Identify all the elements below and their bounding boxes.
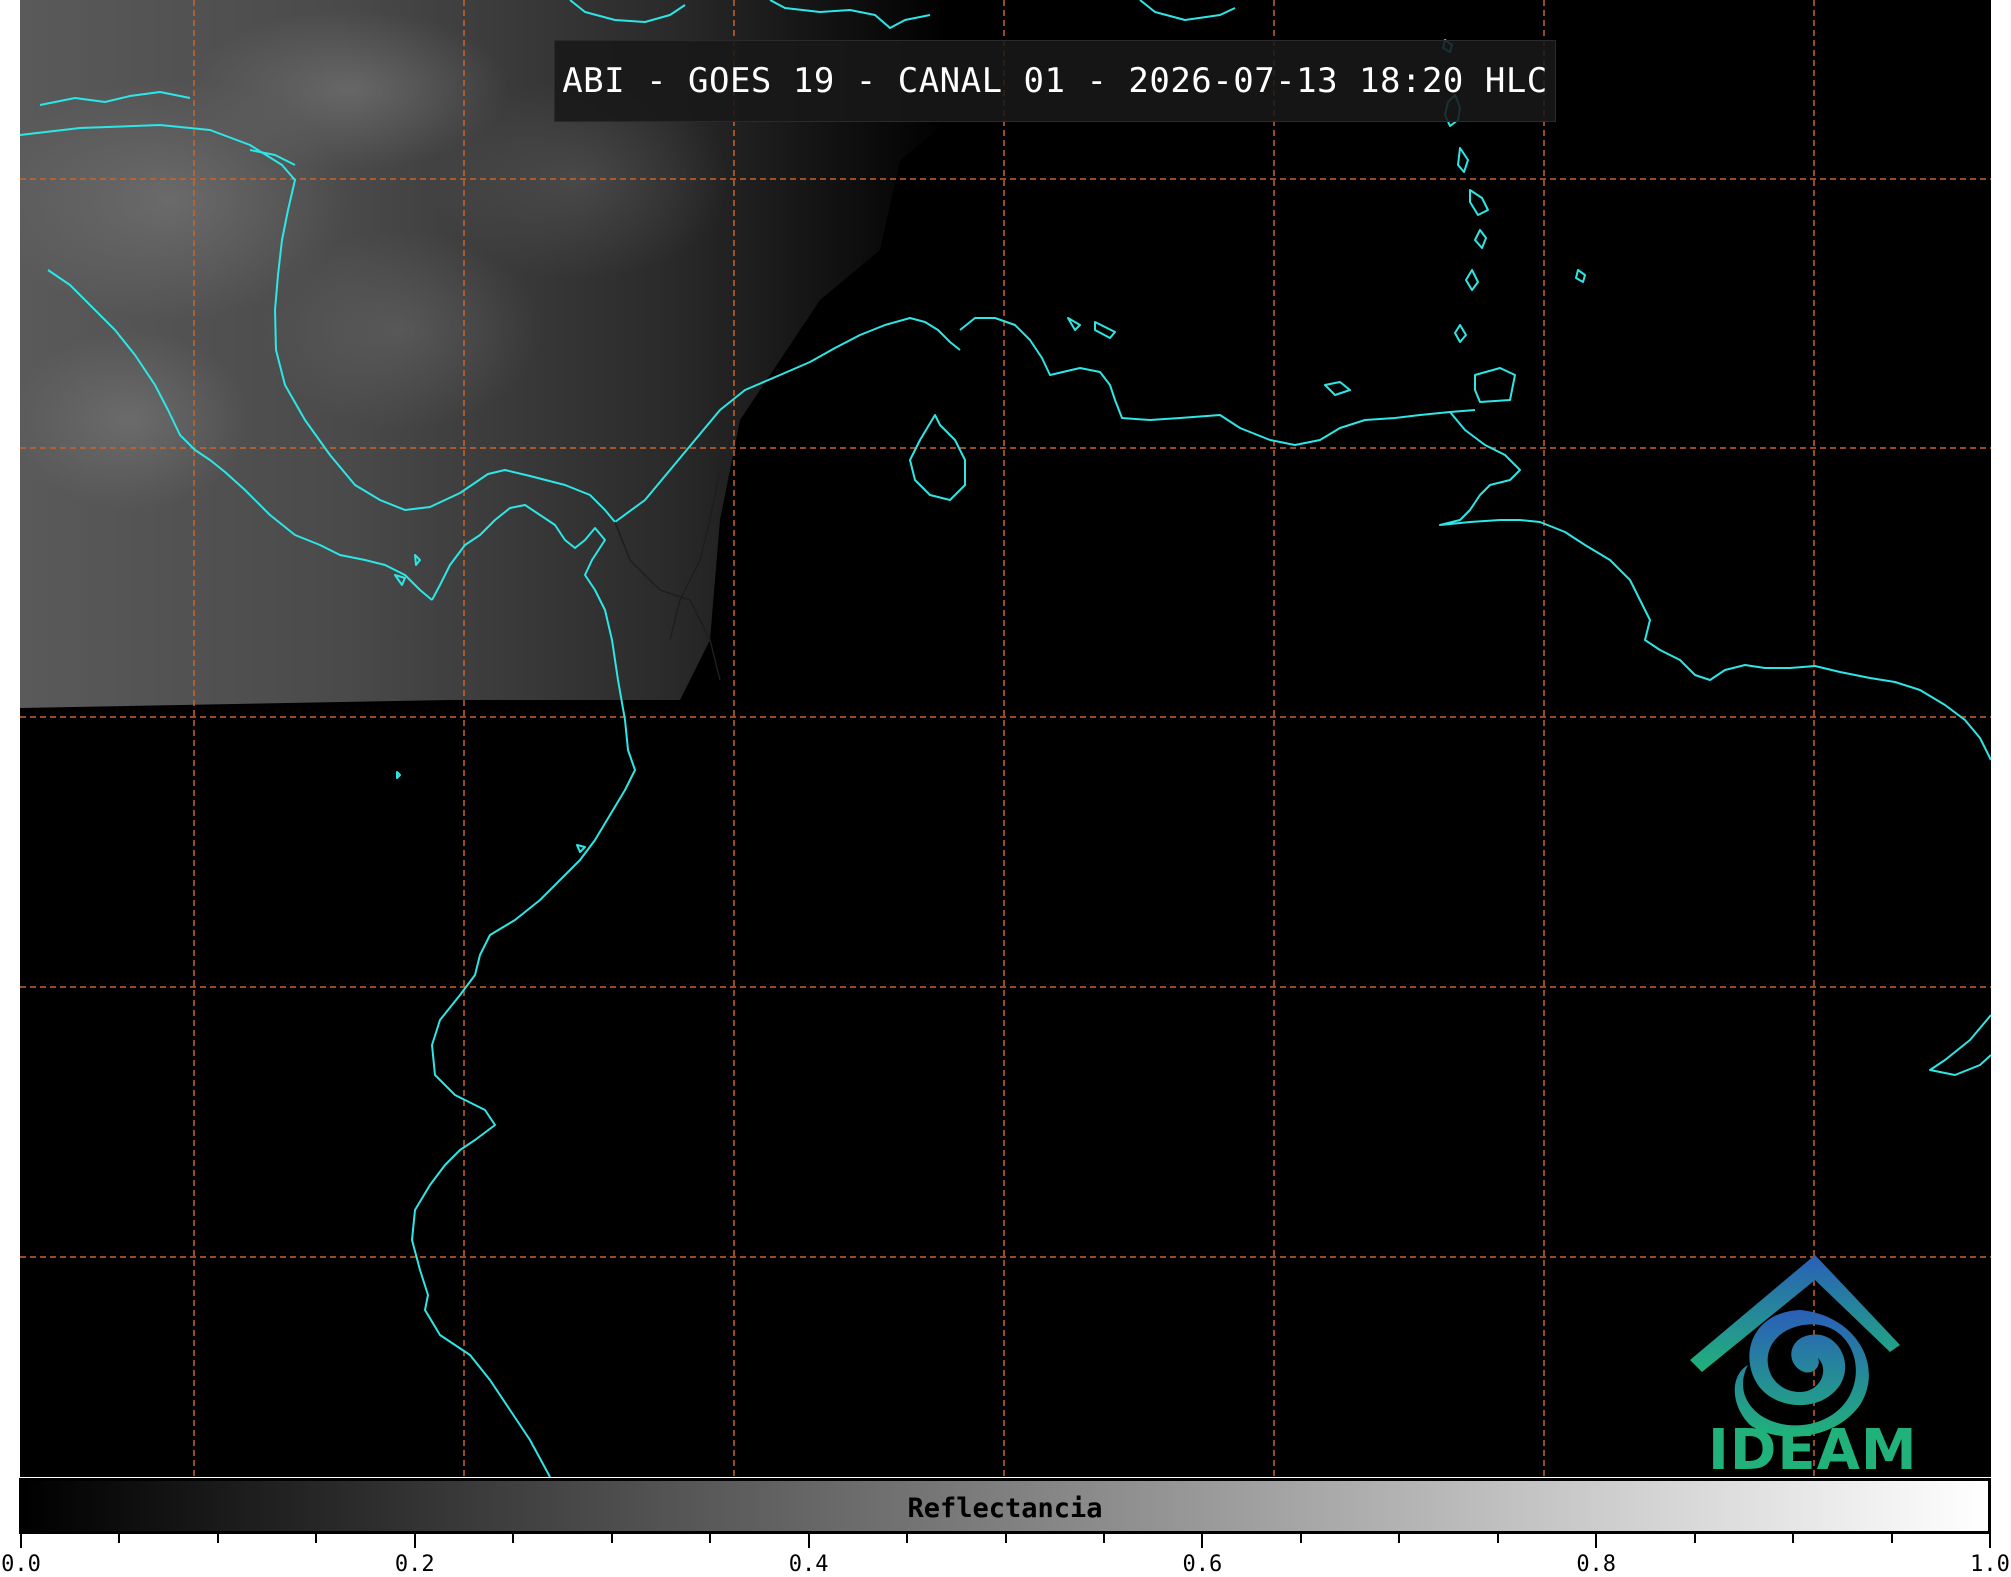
colorbar-tick-mark	[1693, 1534, 1696, 1543]
colorbar-tick-label: 1.0	[1970, 1552, 2010, 1577]
colorbar-tick-mark	[315, 1534, 318, 1543]
margarita	[1324, 381, 1351, 396]
colorbar: Reflectancia	[19, 1478, 1991, 1534]
lesser-antilles-3	[1457, 147, 1469, 173]
colorbar-tick-mark	[807, 1534, 810, 1548]
colorbar-tick-mark	[118, 1534, 121, 1543]
barbados	[1575, 269, 1586, 283]
maracaibo-basin	[909, 414, 966, 501]
colorbar-tick-mark	[413, 1534, 416, 1548]
colorbar-tick-label: 0.8	[1576, 1552, 1617, 1577]
isla-malpelo	[396, 771, 401, 779]
colorbar-tick-label: 0.0	[1, 1552, 41, 1577]
curacao	[1094, 321, 1116, 339]
colorbar-tick-mark	[1299, 1534, 1302, 1543]
puerto-rico	[1139, 0, 1236, 21]
colorbar-tick-mark	[216, 1534, 219, 1543]
colorbar-ticks: 0.0 0.2 0.4 0.6 0.8 1.0	[0, 1534, 2011, 1577]
colorbar-tick-mark	[1989, 1534, 1991, 1548]
colorbar-tick-mark	[1004, 1534, 1007, 1543]
colorbar-tick-label: 0.6	[1182, 1552, 1223, 1577]
colorbar-tick-mark	[1398, 1534, 1401, 1543]
lesser-antilles-5	[1474, 229, 1487, 249]
satellite-map: ABI - GOES 19 - CANAL 01 - 2026-07-13 18…	[20, 0, 1991, 1477]
isla-gorgona	[576, 844, 586, 853]
colorbar-tick-mark	[1496, 1534, 1499, 1543]
lesser-antilles-7	[1454, 324, 1467, 343]
colorbar-tick-mark	[20, 1534, 22, 1548]
colorbar-tick-mark	[709, 1534, 712, 1543]
colorbar-tick-mark	[1792, 1534, 1795, 1543]
lesser-antilles-6	[1465, 269, 1479, 291]
colorbar-tick-label: 0.4	[788, 1552, 829, 1577]
lesser-antilles-4	[1469, 189, 1489, 216]
colorbar-tick-mark	[906, 1534, 909, 1543]
map-title: ABI - GOES 19 - CANAL 01 - 2026-07-13 18…	[562, 61, 1548, 101]
colorbar-tick-mark	[1102, 1534, 1105, 1543]
colorbar-label: Reflectancia	[907, 1493, 1103, 1524]
colorbar-tick-mark	[1595, 1534, 1598, 1548]
ideam-logo-text: IDEAM	[1708, 1418, 1918, 1477]
colorbar-tick-mark	[512, 1534, 515, 1543]
colorbar-tick-mark	[610, 1534, 613, 1543]
cloud-patch	[20, 330, 250, 510]
trinidad	[1474, 367, 1516, 403]
colorbar-tick-label: 0.2	[394, 1552, 435, 1577]
guajira-coast	[959, 317, 1476, 446]
colombia-pacific-coast	[411, 719, 636, 1477]
title-box: ABI - GOES 19 - CANAL 01 - 2026-07-13 18…	[554, 40, 1556, 122]
aruba	[1067, 317, 1081, 331]
colorbar-tick-mark	[1890, 1534, 1893, 1543]
south-america-east-coast	[1929, 1014, 1991, 1076]
venezuela-coast	[1439, 411, 1991, 761]
colorbar-tick-mark	[1201, 1534, 1204, 1548]
